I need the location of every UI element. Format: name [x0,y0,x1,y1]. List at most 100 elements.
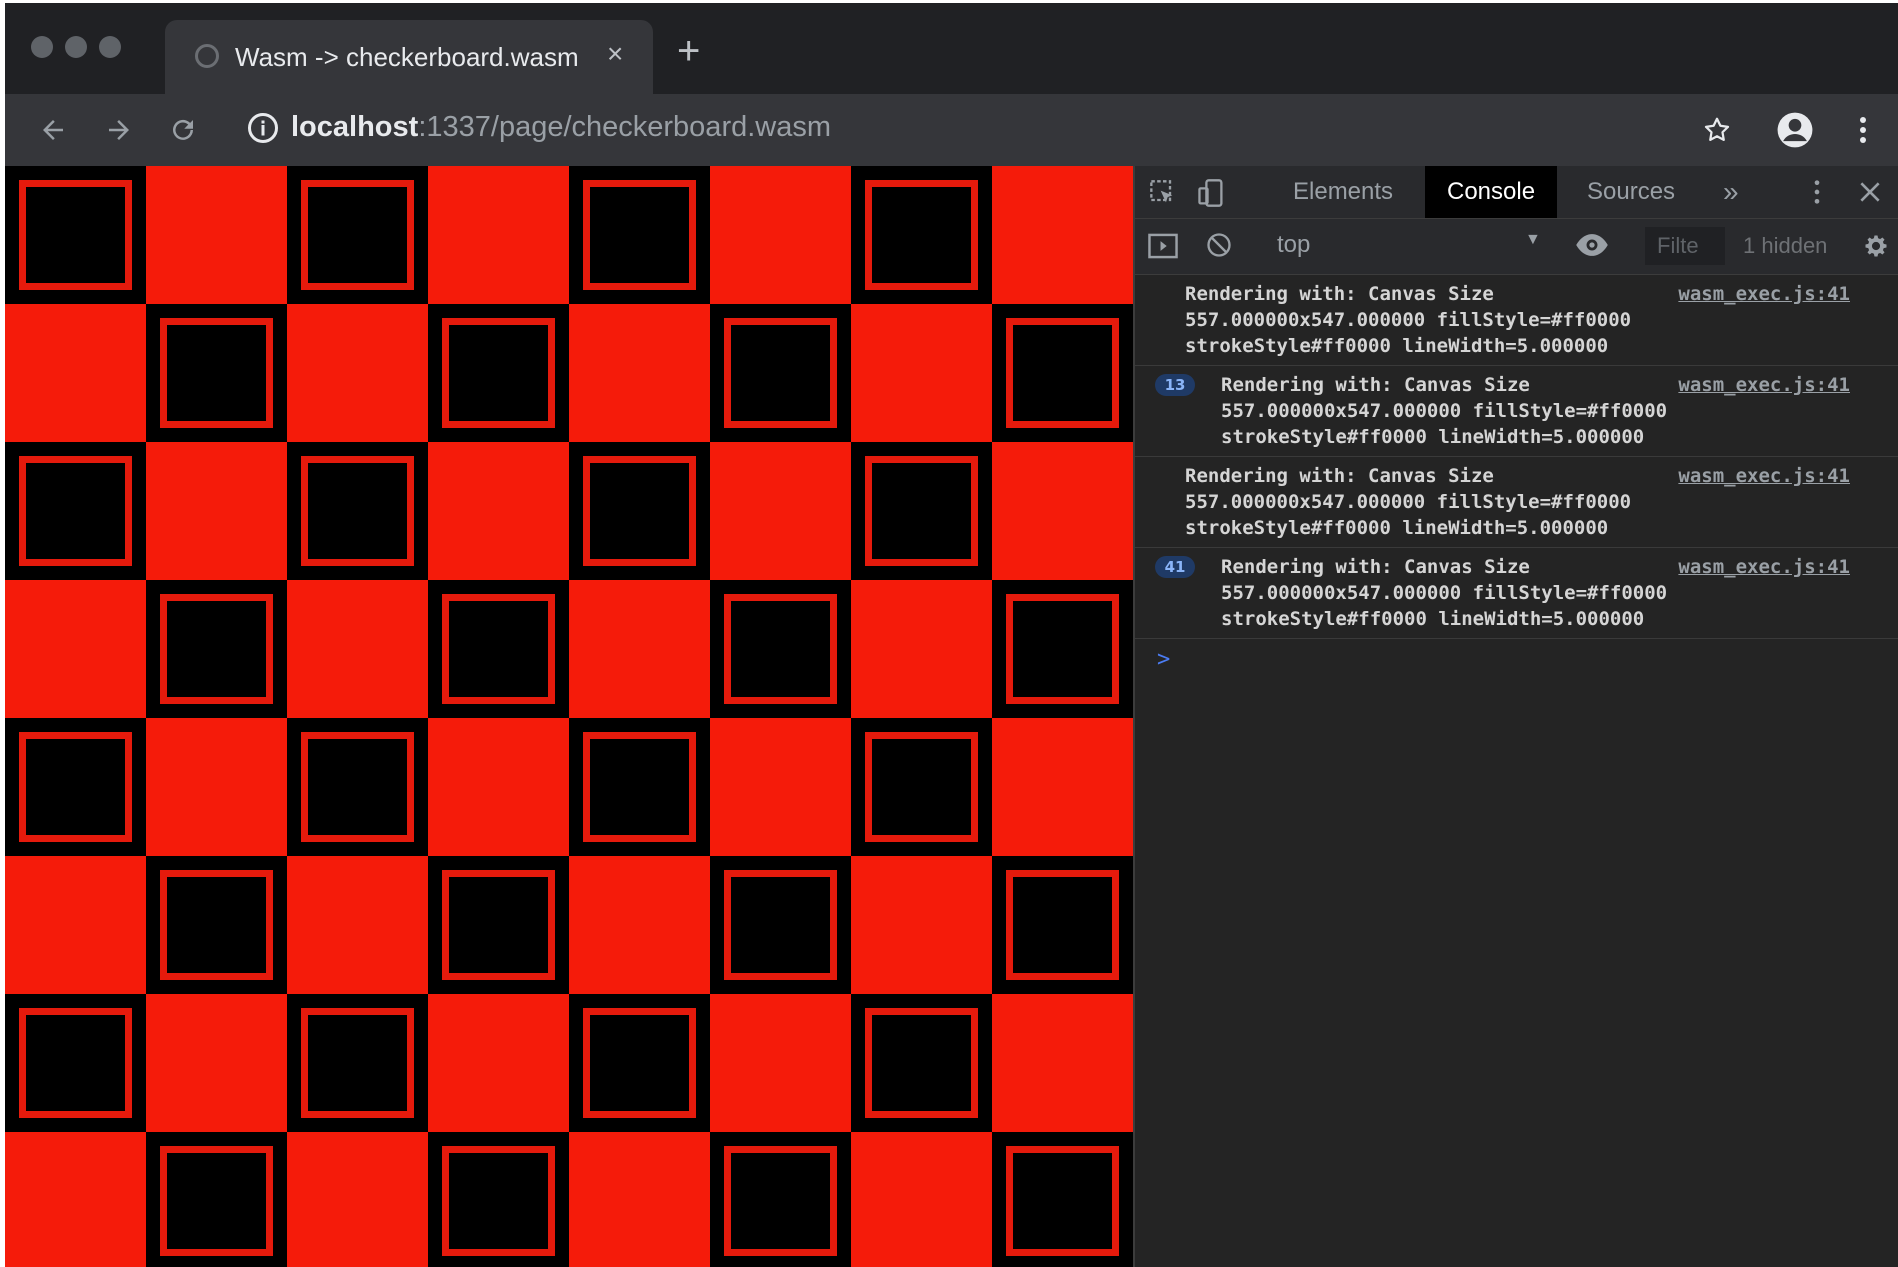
board-square-red [710,442,851,580]
board-square-red [851,580,992,718]
browser-toolbar: localhost:1337/page/checkerboard.wasm [5,94,1898,166]
console-message[interactable]: 13 Rendering with: Canvas Size 557.00000… [1135,366,1898,457]
board-square-red [146,994,287,1132]
square-outline [301,180,414,290]
board-square-dark [5,166,146,304]
message-source-link[interactable]: wasm_exec.js:41 [1678,554,1850,580]
board-square-red [428,166,569,304]
close-window-button[interactable] [31,36,53,58]
star-icon[interactable] [1695,108,1739,152]
square-outline [1006,318,1119,428]
message-source-link[interactable]: wasm_exec.js:41 [1678,463,1850,489]
board-square-dark [851,442,992,580]
message-line: 557.000000x547.000000 fillStyle=#ff0000 [1185,309,1632,331]
device-toolbar-icon[interactable] [1197,178,1225,208]
square-outline [1006,594,1119,704]
more-tabs-button[interactable]: » [1701,166,1761,218]
inspect-element-icon[interactable] [1149,179,1177,207]
minimize-window-button[interactable] [65,36,87,58]
console-message[interactable]: Rendering with: Canvas Size 557.000000x5… [1135,457,1898,548]
new-tab-button[interactable]: + [677,31,700,71]
tab-elements[interactable]: Elements [1271,166,1415,218]
console-messages: Rendering with: Canvas Size 557.000000x5… [1135,275,1898,1267]
board-square-red [5,304,146,442]
square-outline [724,594,837,704]
chevron-down-icon[interactable]: ▼ [1525,231,1541,249]
board-square-dark [287,166,428,304]
board-square-dark [5,442,146,580]
board-square-dark [569,718,710,856]
board-square-red [428,994,569,1132]
console-message[interactable]: Rendering with: Canvas Size 557.000000x5… [1135,275,1898,366]
message-line: strokeStyle#ff0000 lineWidth=5.000000 [1185,335,1609,357]
square-outline [442,870,555,980]
message-line: strokeStyle#ff0000 lineWidth=5.000000 [1185,517,1609,539]
board-square-red [851,304,992,442]
context-selector[interactable]: top [1277,231,1310,259]
message-source-link[interactable]: wasm_exec.js:41 [1678,372,1850,398]
square-outline [301,732,414,842]
board-square-dark [569,994,710,1132]
repeat-count-badge: 41 [1155,556,1195,578]
square-outline [583,732,696,842]
filter-input[interactable] [1645,227,1725,265]
message-line: strokeStyle#ff0000 lineWidth=5.000000 [1221,426,1645,448]
board-square-red [146,166,287,304]
square-outline [1006,870,1119,980]
square-outline [724,870,837,980]
sidebar-toggle-icon[interactable] [1147,231,1179,261]
gear-icon[interactable] [1862,232,1890,260]
close-icon[interactable] [1857,179,1883,205]
console-message[interactable]: 41 Rendering with: Canvas Size 557.00000… [1135,548,1898,639]
hidden-count: 1 hidden [1743,233,1828,258]
board-square-red [992,166,1133,304]
square-outline [865,456,978,566]
square-outline [1006,1146,1119,1256]
zoom-window-button[interactable] [99,36,121,58]
square-outline [865,1008,978,1118]
board-square-red [569,856,710,994]
message-line: Rendering with: Canvas Size [1185,465,1494,487]
board-square-red [992,994,1133,1132]
square-outline [865,180,978,290]
tab-title: Wasm -> checkerboard.wasm [235,42,579,72]
tab-close-icon[interactable]: × [607,40,623,68]
profile-icon[interactable] [1773,108,1817,152]
board-square-dark [428,304,569,442]
clear-console-icon[interactable] [1205,231,1233,259]
board-square-dark [851,166,992,304]
square-outline [160,1146,273,1256]
message-source-link[interactable]: wasm_exec.js:41 [1678,281,1850,307]
board-square-red [287,1132,428,1267]
board-square-red [287,580,428,718]
message-line: 557.000000x547.000000 fillStyle=#ff0000 [1185,491,1632,513]
board-square-red [992,442,1133,580]
forward-arrow-icon[interactable] [97,108,141,152]
square-outline [442,1146,555,1256]
square-outline [583,180,696,290]
console-prompt[interactable]: > [1157,647,1170,672]
tab-sources[interactable]: Sources [1565,166,1697,218]
board-square-red [569,580,710,718]
repeat-count-badge: 13 [1155,374,1195,396]
devtools-menu-icon[interactable] [1813,178,1821,206]
square-outline [160,594,273,704]
square-outline [583,1008,696,1118]
square-outline [442,594,555,704]
square-outline [160,870,273,980]
tab-console[interactable]: Console [1425,166,1558,218]
kebab-menu-icon[interactable] [1841,108,1885,152]
browser-tab[interactable]: Wasm -> checkerboard.wasm × [165,20,653,94]
board-square-dark [569,442,710,580]
info-icon[interactable] [245,110,281,146]
board-square-dark [5,994,146,1132]
address-bar[interactable]: localhost:1337/page/checkerboard.wasm [291,111,831,144]
board-square-red [428,442,569,580]
square-outline [724,318,837,428]
eye-icon[interactable] [1575,232,1609,258]
back-arrow-icon[interactable] [31,108,75,152]
board-square-dark [992,1132,1133,1267]
board-square-dark [428,580,569,718]
reload-icon[interactable] [161,108,205,152]
board-square-dark [710,856,851,994]
